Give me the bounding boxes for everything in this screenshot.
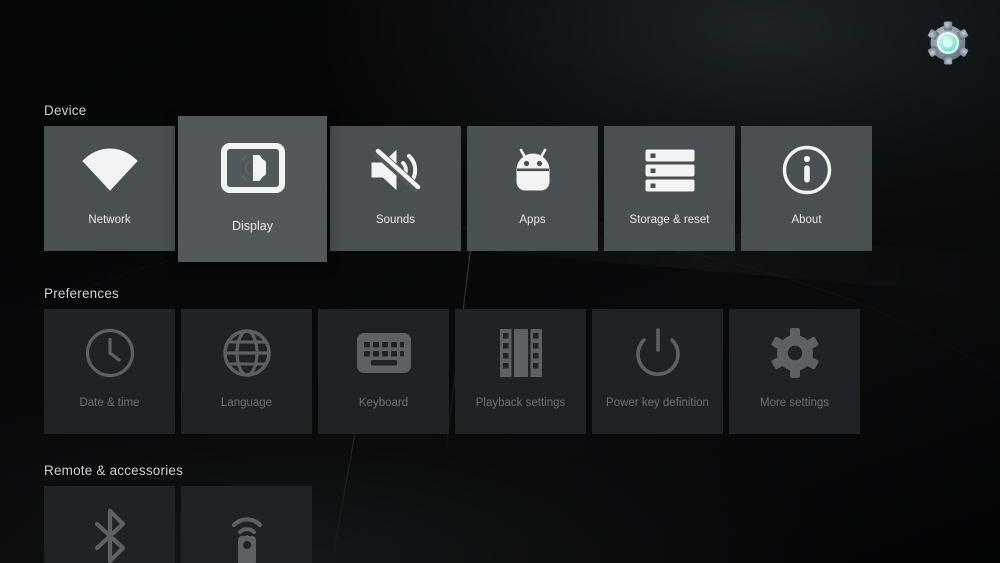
android-icon: [467, 126, 598, 214]
section-title-device: Device: [44, 103, 87, 118]
tile-row-remote: [44, 486, 312, 563]
tile-label: Storage & reset: [629, 214, 710, 226]
tile-label: Language: [220, 397, 273, 409]
volume-mute-icon: [330, 126, 461, 214]
tile-label: Apps: [519, 214, 546, 226]
section-title-remote-accessories: Remote & accessories: [44, 463, 184, 478]
tile-label: Date & time: [79, 397, 140, 409]
film-strip-icon: [455, 309, 586, 397]
tile-label: Sounds: [375, 214, 415, 226]
tile-about[interactable]: About: [741, 126, 872, 251]
tile-network[interactable]: Network: [44, 126, 175, 251]
tile-playback-settings[interactable]: Playback settings: [455, 309, 586, 434]
gear-icon: [729, 309, 860, 397]
info-icon: [741, 126, 872, 214]
tile-date-time[interactable]: Date & time: [44, 309, 175, 434]
section-preferences: Preferences Date & time Language Keyboar…: [44, 286, 860, 434]
tile-row-preferences: Date & time Language Keyboard Playback s…: [44, 309, 860, 434]
clock-icon: [44, 309, 175, 397]
tile-sounds[interactable]: Sounds: [330, 126, 461, 251]
section-remote-accessories: Remote & accessories: [44, 463, 312, 563]
tile-label: Power key definition: [606, 397, 709, 409]
tile-label: Display: [232, 219, 273, 233]
tile-label: Playback settings: [475, 397, 566, 409]
globe-icon: [181, 309, 312, 397]
tile-apps[interactable]: Apps: [467, 126, 598, 251]
tile-label: About: [791, 214, 822, 226]
tile-power-key-definition[interactable]: Power key definition: [592, 309, 723, 434]
power-icon: [592, 309, 723, 397]
tile-label: Network: [88, 214, 131, 226]
tile-bluetooth[interactable]: [44, 486, 175, 563]
keyboard-icon: [318, 309, 449, 397]
storage-icon: [604, 126, 735, 214]
tile-label: More settings: [759, 397, 830, 409]
section-device: Device Network Display Sounds Apps Stora…: [44, 103, 872, 262]
bluetooth-icon: [44, 486, 175, 563]
settings-screen: Device Network Display Sounds Apps Stora…: [0, 0, 1000, 563]
tile-remote-control[interactable]: [181, 486, 312, 563]
brightness-icon: [178, 116, 327, 220]
tile-more-settings[interactable]: More settings: [729, 309, 860, 434]
section-title-preferences: Preferences: [44, 286, 119, 301]
tile-language[interactable]: Language: [181, 309, 312, 434]
tile-storage-reset[interactable]: Storage & reset: [604, 126, 735, 251]
tile-display[interactable]: Display: [178, 116, 327, 262]
wifi-icon: [44, 126, 175, 214]
tile-keyboard[interactable]: Keyboard: [318, 309, 449, 434]
remote-control-icon: [181, 486, 312, 563]
tile-row-device: Network Display Sounds Apps Storage & re…: [44, 116, 872, 262]
tile-label: Keyboard: [358, 397, 409, 409]
